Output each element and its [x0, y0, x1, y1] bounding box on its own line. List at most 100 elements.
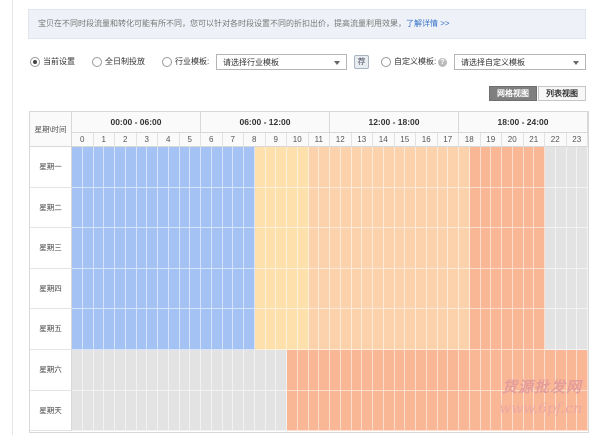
- time-slot-cell[interactable]: [276, 268, 287, 310]
- time-slot-cell[interactable]: [233, 228, 244, 269]
- time-slot-cell[interactable]: [362, 309, 373, 350]
- time-slot-cell[interactable]: [566, 309, 578, 350]
- time-slot-cell[interactable]: [534, 147, 545, 188]
- time-slot-cell[interactable]: [276, 350, 287, 391]
- time-slot-cell[interactable]: [190, 187, 201, 229]
- time-slot-cell[interactable]: [448, 350, 459, 391]
- time-slot-cell[interactable]: [125, 390, 137, 432]
- time-slot-cell[interactable]: [308, 268, 320, 310]
- time-slot-cell[interactable]: [147, 147, 158, 188]
- time-slot-cell[interactable]: [502, 309, 513, 350]
- time-slot-cell[interactable]: [437, 268, 449, 310]
- list-view-button[interactable]: 列表视图: [538, 86, 586, 101]
- time-slot-cell[interactable]: [319, 147, 330, 188]
- time-slot-cell[interactable]: [405, 147, 416, 188]
- time-slot-cell[interactable]: [125, 147, 137, 188]
- learn-more-link[interactable]: 了解详情 >>: [406, 19, 450, 28]
- time-slot-cell[interactable]: [276, 147, 287, 188]
- time-slot-cell[interactable]: [201, 350, 212, 391]
- time-slot-cell[interactable]: [373, 147, 384, 188]
- time-slot-cell[interactable]: [362, 350, 373, 391]
- time-slot-cell[interactable]: [394, 390, 406, 432]
- time-slot-cell[interactable]: [265, 268, 277, 310]
- time-slot-cell[interactable]: [330, 147, 341, 188]
- time-slot-cell[interactable]: [340, 350, 352, 391]
- custom-template-select[interactable]: 请选择自定义模板: [454, 54, 586, 70]
- time-slot-cell[interactable]: [480, 187, 492, 229]
- time-slot-cell[interactable]: [190, 147, 201, 188]
- time-slot-cell[interactable]: [190, 309, 201, 350]
- time-slot-cell[interactable]: [426, 309, 438, 350]
- time-slot-cell[interactable]: [254, 268, 266, 310]
- time-slot-cell[interactable]: [276, 228, 287, 269]
- time-slot-cell[interactable]: [351, 187, 363, 229]
- apply-template-button[interactable]: 荐: [354, 55, 369, 69]
- time-slot-cell[interactable]: [383, 228, 395, 269]
- time-slot-cell[interactable]: [168, 268, 180, 310]
- time-slot-cell[interactable]: [147, 268, 158, 310]
- time-slot-cell[interactable]: [330, 268, 341, 310]
- time-slot-cell[interactable]: [244, 309, 255, 350]
- time-slot-cell[interactable]: [340, 147, 352, 188]
- current-settings-radio[interactable]: [30, 57, 40, 67]
- time-slot-cell[interactable]: [405, 187, 416, 229]
- time-slot-cell[interactable]: [93, 147, 105, 188]
- time-slot-cell[interactable]: [179, 309, 191, 350]
- time-slot-cell[interactable]: [233, 350, 244, 391]
- time-slot-cell[interactable]: [297, 268, 309, 310]
- time-slot-cell[interactable]: [297, 350, 309, 391]
- time-slot-cell[interactable]: [287, 187, 298, 229]
- time-slot-cell[interactable]: [545, 187, 556, 229]
- time-slot-cell[interactable]: [287, 228, 298, 269]
- time-slot-cell[interactable]: [394, 268, 406, 310]
- time-slot-cell[interactable]: [211, 187, 223, 229]
- industry-template-radio[interactable]: [162, 57, 172, 67]
- time-slot-cell[interactable]: [287, 147, 298, 188]
- time-slot-cell[interactable]: [254, 390, 266, 432]
- time-slot-cell[interactable]: [577, 228, 588, 269]
- time-slot-cell[interactable]: [437, 309, 449, 350]
- time-slot-cell[interactable]: [222, 268, 234, 310]
- time-slot-cell[interactable]: [330, 350, 341, 391]
- time-slot-cell[interactable]: [190, 228, 201, 269]
- time-slot-cell[interactable]: [491, 187, 502, 229]
- time-slot-cell[interactable]: [82, 268, 94, 310]
- time-slot-cell[interactable]: [448, 390, 459, 432]
- time-slot-cell[interactable]: [308, 309, 320, 350]
- time-slot-cell[interactable]: [416, 268, 427, 310]
- time-slot-cell[interactable]: [115, 268, 126, 310]
- time-slot-cell[interactable]: [201, 147, 212, 188]
- time-slot-cell[interactable]: [222, 350, 234, 391]
- time-slot-cell[interactable]: [340, 187, 352, 229]
- time-slot-cell[interactable]: [201, 187, 212, 229]
- time-slot-cell[interactable]: [115, 350, 126, 391]
- time-slot-cell[interactable]: [459, 187, 470, 229]
- time-slot-cell[interactable]: [319, 228, 330, 269]
- time-slot-cell[interactable]: [555, 228, 567, 269]
- time-slot-cell[interactable]: [211, 390, 223, 432]
- time-slot-cell[interactable]: [426, 390, 438, 432]
- time-slot-cell[interactable]: [104, 187, 115, 229]
- time-slot-cell[interactable]: [211, 350, 223, 391]
- time-slot-cell[interactable]: [211, 309, 223, 350]
- time-slot-cell[interactable]: [244, 147, 255, 188]
- time-slot-cell[interactable]: [459, 228, 470, 269]
- time-slot-cell[interactable]: [308, 390, 320, 432]
- time-slot-cell[interactable]: [373, 228, 384, 269]
- time-slot-cell[interactable]: [104, 350, 115, 391]
- time-slot-cell[interactable]: [244, 228, 255, 269]
- time-slot-cell[interactable]: [405, 268, 416, 310]
- time-slot-cell[interactable]: [158, 147, 169, 188]
- time-slot-cell[interactable]: [297, 390, 309, 432]
- time-slot-cell[interactable]: [512, 187, 524, 229]
- time-slot-cell[interactable]: [491, 228, 502, 269]
- time-slot-cell[interactable]: [351, 350, 363, 391]
- time-slot-cell[interactable]: [416, 187, 427, 229]
- time-slot-cell[interactable]: [115, 187, 126, 229]
- time-slot-cell[interactable]: [448, 187, 459, 229]
- time-slot-cell[interactable]: [373, 187, 384, 229]
- time-slot-cell[interactable]: [362, 147, 373, 188]
- time-slot-cell[interactable]: [147, 309, 158, 350]
- industry-template-select[interactable]: 请选择行业模板: [216, 54, 347, 70]
- time-slot-cell[interactable]: [265, 390, 277, 432]
